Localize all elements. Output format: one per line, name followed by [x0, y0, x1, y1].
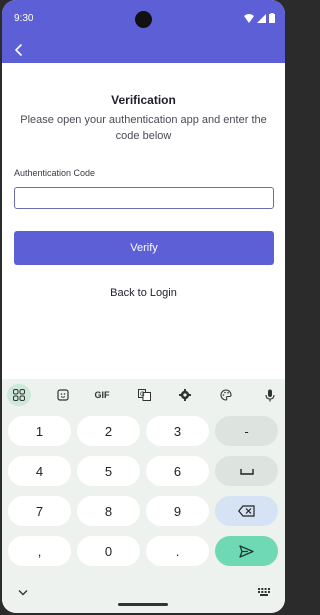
space-icon — [239, 468, 254, 475]
key-comma[interactable]: , — [8, 536, 71, 566]
gif-button[interactable]: GIF — [91, 385, 113, 405]
app-bar — [2, 37, 285, 63]
key-period[interactable]: . — [146, 536, 209, 566]
key-space[interactable] — [215, 456, 278, 486]
key-3[interactable]: 3 — [146, 416, 209, 446]
back-to-login-link[interactable]: Back to Login — [2, 287, 285, 299]
keyboard-switch-icon[interactable] — [258, 588, 270, 596]
key-8[interactable]: 8 — [77, 496, 140, 526]
status-bar: 9:30 — [2, 0, 285, 37]
camera-cutout — [135, 11, 152, 28]
authentication-code-input[interactable] — [14, 187, 274, 209]
key-4[interactable]: 4 — [8, 456, 71, 486]
key-7[interactable]: 7 — [8, 496, 71, 526]
mic-icon[interactable] — [259, 385, 281, 405]
back-arrow-icon[interactable] — [11, 42, 27, 58]
status-time: 9:30 — [14, 13, 34, 24]
key-0[interactable]: 0 — [77, 536, 140, 566]
palette-icon[interactable] — [215, 385, 237, 405]
numeric-keyboard: GIF G 1 2 3 - 4 5 6 7 8 9 , 0 . — [2, 379, 285, 613]
key-dash[interactable]: - — [215, 416, 278, 446]
sticker-icon[interactable] — [52, 385, 74, 405]
key-1[interactable]: 1 — [8, 416, 71, 446]
status-icons — [244, 13, 275, 23]
key-6[interactable]: 6 — [146, 456, 209, 486]
translate-icon[interactable]: G — [133, 385, 155, 405]
key-9[interactable]: 9 — [146, 496, 209, 526]
page-subtitle: Please open your authentication app and … — [20, 114, 267, 142]
battery-icon — [269, 13, 275, 23]
signal-icon — [257, 13, 266, 23]
phone-screen: 9:30 Verification Please open your authe… — [2, 0, 285, 613]
page-title: Verification — [111, 93, 176, 107]
backspace-icon — [238, 505, 255, 517]
key-backspace[interactable] — [215, 496, 278, 526]
verification-form: Verification Please open your authentica… — [2, 63, 285, 379]
wifi-icon — [244, 13, 254, 23]
keyboard-toolbar: GIF G — [2, 379, 285, 411]
apps-grid-icon[interactable] — [7, 384, 31, 406]
send-icon — [239, 544, 254, 558]
key-send[interactable] — [215, 536, 278, 566]
gif-label: GIF — [94, 390, 110, 400]
collapse-keyboard-icon[interactable] — [18, 589, 28, 596]
key-5[interactable]: 5 — [77, 456, 140, 486]
authentication-code-label: Authentication Code — [14, 168, 96, 178]
settings-icon[interactable] — [174, 385, 196, 405]
keyboard-bottom-bar — [2, 579, 285, 613]
home-indicator[interactable] — [118, 603, 168, 606]
verify-button[interactable]: Verify — [14, 231, 274, 265]
key-2[interactable]: 2 — [77, 416, 140, 446]
svg-text:G: G — [140, 391, 145, 398]
